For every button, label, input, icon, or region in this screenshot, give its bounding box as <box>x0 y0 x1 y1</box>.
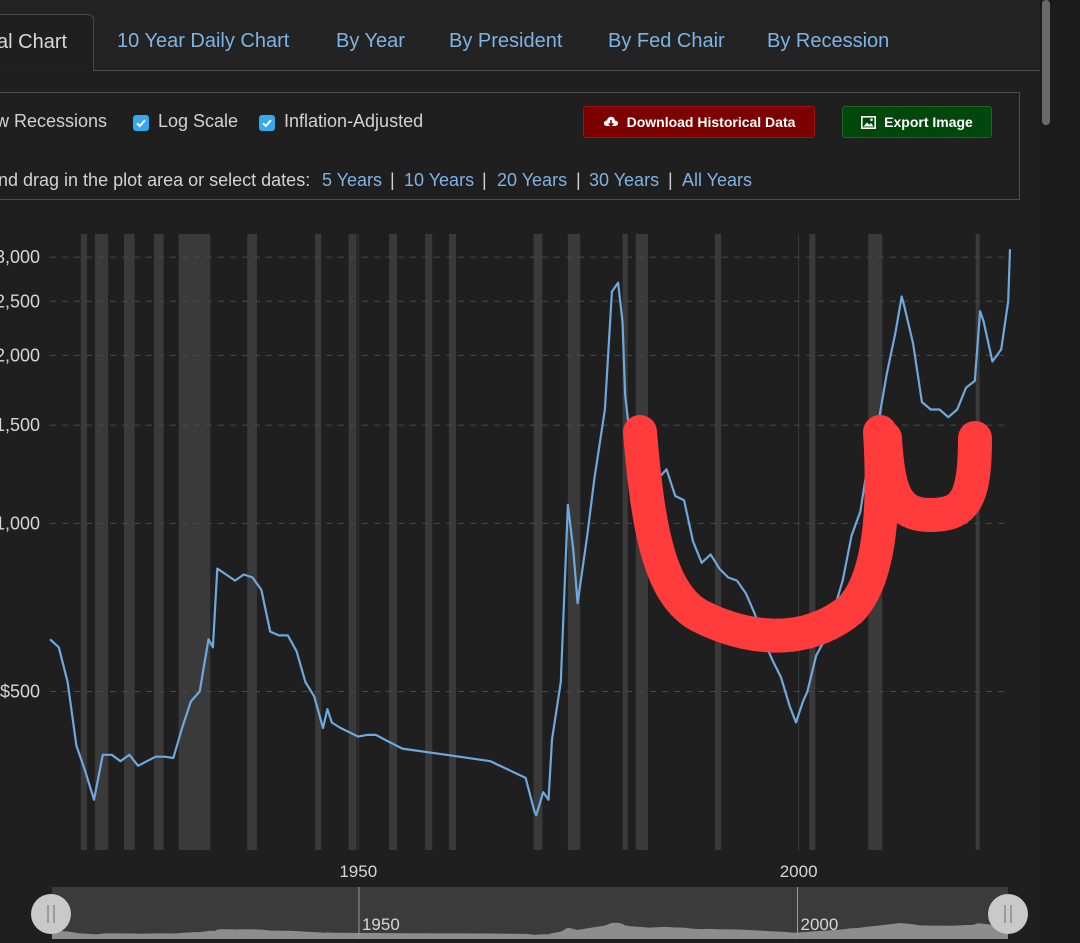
x-tick-label: 1950 <box>339 862 377 881</box>
range-separator: | <box>576 170 581 190</box>
range-30-years-link[interactable]: 30 Years <box>589 170 659 191</box>
range-20-years-link[interactable]: 20 Years <box>497 170 567 191</box>
tab-historical-chart[interactable]: al Chart <box>0 14 94 71</box>
recession-band <box>389 234 398 850</box>
navigator-label: 1950 <box>362 915 400 934</box>
range-all-years-link[interactable]: All Years <box>682 170 752 191</box>
cloud-download-icon <box>603 116 618 127</box>
recession-band <box>178 234 211 850</box>
inflation-adjusted-checkbox[interactable] <box>259 115 275 131</box>
show-recessions-label[interactable]: w Recessions <box>0 111 107 132</box>
tab-by-fed-chair[interactable]: By Fed Chair <box>608 30 725 53</box>
download-button-label: Download Historical Data <box>626 114 796 130</box>
tab-by-president[interactable]: By President <box>449 30 562 53</box>
download-historical-data-button[interactable]: Download Historical Data <box>583 106 815 138</box>
recession-band <box>80 234 87 850</box>
navigator-label: 2000 <box>801 915 839 934</box>
range-separator: | <box>482 170 487 190</box>
range-separator: | <box>668 170 673 190</box>
red-annotation-stroke <box>868 421 992 532</box>
recession-band <box>533 234 543 850</box>
recession-band <box>448 234 457 850</box>
recession-band <box>247 234 257 850</box>
y-tick-label: 1,000 <box>0 513 40 533</box>
recession-band <box>567 234 581 850</box>
y-tick-label: $500 <box>0 681 40 701</box>
red-annotation-stroke <box>623 415 899 653</box>
x-tick-label: 2000 <box>780 862 818 881</box>
log-scale-checkbox[interactable] <box>133 115 149 131</box>
recession-band <box>315 234 322 850</box>
range-10-years-link[interactable]: 10 Years <box>404 170 474 191</box>
tab-by-year[interactable]: By Year <box>336 30 405 53</box>
export-image-button[interactable]: Export Image <box>842 106 992 138</box>
y-axis-labels: $500 1,000 1,500 2,000 2,500 3,000 <box>0 247 40 701</box>
image-icon <box>861 115 877 129</box>
recession-bands <box>80 234 980 850</box>
x-axis-labels: 1950 2000 <box>339 862 817 881</box>
y-tick-label: 1,500 <box>0 415 40 435</box>
y-tick-label: 2,500 <box>0 291 40 311</box>
navigator-left-handle[interactable] <box>31 894 71 934</box>
scrollbar-thumb[interactable] <box>1042 0 1050 125</box>
recession-band <box>425 234 433 850</box>
recession-band <box>348 234 357 850</box>
range-5-years-link[interactable]: 5 Years <box>322 170 382 191</box>
range-separator: | <box>390 170 395 190</box>
recession-band <box>809 234 816 850</box>
checkmark-icon <box>136 119 146 128</box>
recession-band <box>714 234 722 850</box>
inflation-adjusted-label[interactable]: Inflation-Adjusted <box>284 111 423 132</box>
y-tick-label: 2,000 <box>0 345 40 365</box>
y-tick-label: 3,000 <box>0 247 40 267</box>
range-navigator[interactable]: 1950 2000 <box>31 887 1028 939</box>
navigator-right-handle[interactable] <box>988 894 1028 934</box>
checkmark-icon <box>262 119 272 128</box>
price-chart[interactable]: $500 1,000 1,500 2,000 2,500 3,000 1950 2000 1… <box>0 200 1040 943</box>
page-scrollbar[interactable] <box>1040 0 1080 943</box>
tab-bar-divider <box>0 70 1040 71</box>
log-scale-label[interactable]: Log Scale <box>158 111 238 132</box>
export-button-label: Export Image <box>884 114 973 130</box>
tab-by-recession[interactable]: By Recession <box>767 30 889 53</box>
zoom-hint-text: nd drag in the plot area or select dates… <box>0 170 311 190</box>
tab-10-year-daily-chart[interactable]: 10 Year Daily Chart <box>117 30 289 53</box>
tab-bar: al Chart 10 Year Daily Chart By Year By … <box>0 0 1040 72</box>
